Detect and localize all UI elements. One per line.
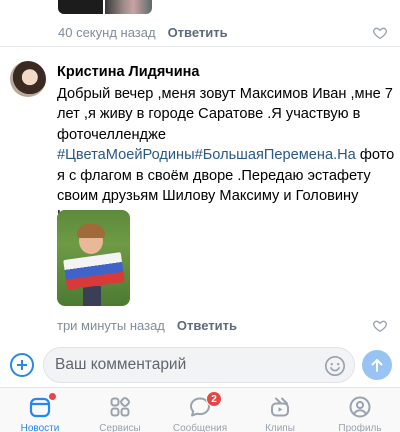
- bottom-tab-bar: Новости Сервисы 2 Сообщения Клипы Профил…: [0, 387, 400, 432]
- like-heart-icon[interactable]: [372, 318, 388, 334]
- like-heart-icon[interactable]: [372, 25, 388, 41]
- clips-icon: [271, 397, 289, 417]
- avatar[interactable]: [10, 61, 46, 97]
- tab-clips[interactable]: Клипы: [240, 388, 320, 432]
- comment-author[interactable]: Кристина Лидячина: [57, 64, 199, 80]
- comment-field[interactable]: [43, 347, 355, 383]
- news-icon: [29, 397, 51, 418]
- comment-text: Добрый вечер ,меня зовут Максимов Иван ,…: [57, 84, 395, 227]
- notification-dot: [49, 393, 56, 400]
- arrow-up-icon: [371, 359, 383, 372]
- tab-news[interactable]: Новости: [0, 388, 80, 432]
- photo-thumbnail[interactable]: [58, 0, 103, 14]
- send-button[interactable]: [362, 350, 392, 380]
- tab-services[interactable]: Сервисы: [80, 388, 160, 432]
- tab-messages[interactable]: 2 Сообщения: [160, 388, 240, 432]
- tab-label: Сервисы: [99, 423, 141, 432]
- photo-content: [63, 252, 125, 290]
- comment-text-part: Добрый вечер ,меня зовут Максимов Иван ,…: [57, 86, 393, 143]
- timestamp: 40 секунд назад: [58, 25, 156, 40]
- comment-input-bar: [0, 341, 400, 387]
- photo-content: [83, 286, 101, 306]
- attach-plus-button[interactable]: [10, 353, 34, 377]
- tab-label: Сообщения: [172, 423, 228, 432]
- comment-input[interactable]: [55, 356, 305, 374]
- attached-photo[interactable]: [57, 210, 130, 306]
- photo-content: [77, 224, 105, 238]
- previous-comment-photos[interactable]: [58, 0, 152, 14]
- reply-button[interactable]: Ответить: [168, 25, 228, 40]
- hashtag-link[interactable]: #ЦветаМоейРодины#БольшаяПеремена.На: [57, 147, 356, 163]
- photo-thumbnail[interactable]: [105, 0, 152, 14]
- profile-icon: [349, 396, 371, 418]
- comment-meta: три минуты назад Ответить: [57, 318, 237, 333]
- tab-label: Профиль: [338, 423, 382, 432]
- unread-badge: 2: [206, 391, 222, 407]
- tab-label: Новости: [20, 423, 60, 432]
- emoji-icon[interactable]: [324, 355, 346, 377]
- tab-label: Клипы: [265, 423, 295, 432]
- divider: [0, 46, 400, 47]
- tab-profile[interactable]: Профиль: [320, 388, 400, 432]
- timestamp: три минуты назад: [57, 318, 165, 333]
- previous-comment-meta: 40 секунд назад Ответить: [58, 25, 228, 40]
- reply-button[interactable]: Ответить: [177, 318, 237, 333]
- services-icon: [110, 397, 130, 417]
